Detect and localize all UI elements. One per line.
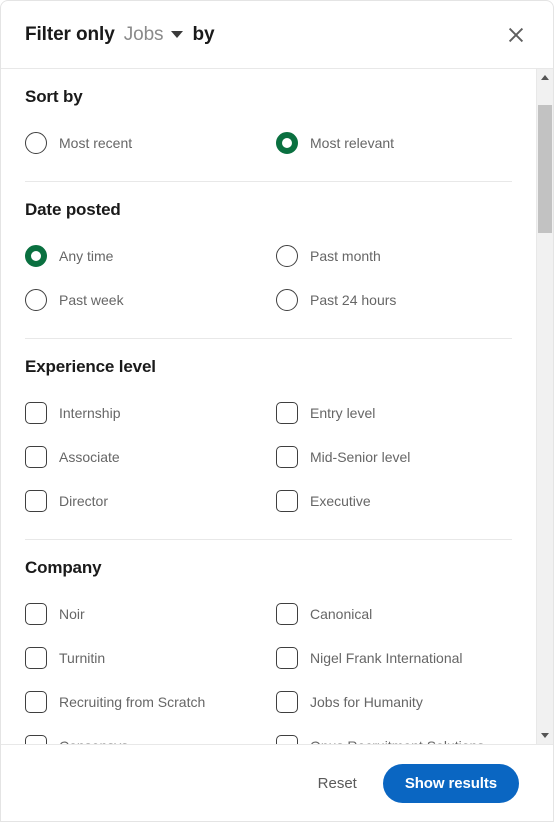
checkbox-option[interactable]: Jobs for Humanity: [276, 680, 512, 724]
scroll-up-icon[interactable]: [537, 69, 553, 86]
scope-dropdown-label: Jobs: [123, 23, 164, 45]
checkbox-icon[interactable]: [276, 647, 298, 669]
checkbox-icon[interactable]: [276, 603, 298, 625]
scope-dropdown[interactable]: Jobs: [124, 24, 184, 46]
option-label: Past 24 hours: [310, 292, 397, 308]
option-label: Internship: [59, 405, 121, 421]
filter-section-inner: Company Noir Canonical Turnitin Nigel Frank …: [25, 540, 512, 744]
filter-section-inner: Date posted Any time Past month Past week Pa…: [25, 182, 512, 339]
radio-option[interactable]: Past month: [276, 234, 512, 278]
filter-sections: Sort by Most recent Most relevant Date post…: [1, 69, 536, 744]
option-label: Entry level: [310, 405, 376, 421]
radio-icon[interactable]: [25, 289, 47, 311]
checkbox-option[interactable]: Recruiting from Scratch: [25, 680, 276, 724]
option-label: Opus Recruitment Solutions: [310, 739, 484, 744]
option-label: Noir: [59, 606, 85, 622]
option-label: Consensys: [59, 739, 128, 744]
option-label: Nigel Frank International: [310, 650, 463, 666]
option-label: Recruiting from Scratch: [59, 694, 206, 710]
option-label: Executive: [310, 493, 371, 509]
checkbox-icon[interactable]: [276, 446, 298, 468]
option-grid: Internship Entry level Associate Mid-Senior…: [25, 391, 512, 523]
show-results-button[interactable]: Show results: [382, 763, 519, 803]
option-label: Most recent: [59, 135, 133, 151]
radio-icon[interactable]: [276, 245, 298, 267]
checkbox-icon[interactable]: [276, 402, 298, 424]
option-label: Canonical: [310, 606, 373, 622]
checkbox-option[interactable]: Canonical: [276, 592, 512, 636]
checkbox-option[interactable]: Director: [25, 479, 276, 523]
option-label: Mid-Senior level: [310, 449, 411, 465]
option-grid: Most recent Most relevant: [25, 121, 512, 165]
checkbox-option[interactable]: Opus Recruitment Solutions: [276, 724, 512, 744]
vertical-scrollbar[interactable]: [536, 69, 553, 744]
option-label: Jobs for Humanity: [310, 694, 423, 710]
checkbox-icon[interactable]: [25, 402, 47, 424]
checkbox-option[interactable]: Noir: [25, 592, 276, 636]
filter-section-inner: Experience level Internship Entry level Ass…: [25, 339, 512, 540]
radio-icon-selected[interactable]: [25, 245, 47, 267]
dialog-title: Filter only Jobs by: [25, 23, 215, 46]
checkbox-icon[interactable]: [276, 735, 298, 744]
checkbox-option[interactable]: Nigel Frank International: [276, 636, 512, 680]
checkbox-option[interactable]: Entry level: [276, 391, 512, 435]
checkbox-icon[interactable]: [25, 446, 47, 468]
option-label: Any time: [59, 248, 114, 264]
section-title: Date posted: [25, 200, 121, 219]
checkbox-icon[interactable]: [25, 735, 47, 744]
option-label: Turnitin: [59, 650, 106, 666]
checkbox-icon[interactable]: [25, 490, 47, 512]
section-title: Sort by: [25, 87, 83, 106]
checkbox-option[interactable]: Associate: [25, 435, 276, 479]
radio-icon-selected[interactable]: [276, 132, 298, 154]
filter-section: Company Noir Canonical Turnitin Nigel Frank …: [1, 540, 536, 744]
radio-option[interactable]: Most relevant: [276, 121, 512, 165]
radio-option[interactable]: Past week: [25, 278, 276, 322]
option-grid: Any time Past month Past week Past 24 hours: [25, 234, 512, 322]
scroll-down-icon[interactable]: [537, 727, 553, 744]
checkbox-option[interactable]: Internship: [25, 391, 276, 435]
filter-dialog: Filter only Jobs by Sort by Most recent Mo…: [0, 0, 554, 822]
reset-button[interactable]: Reset: [314, 769, 361, 798]
scrollbar-thumb[interactable]: [538, 105, 552, 233]
section-title: Company: [25, 558, 102, 577]
close-icon: [507, 26, 525, 44]
checkbox-icon[interactable]: [25, 647, 47, 669]
checkbox-icon[interactable]: [25, 603, 47, 625]
radio-icon[interactable]: [276, 289, 298, 311]
dialog-footer: Reset Show results: [1, 744, 553, 821]
option-label: Most relevant: [310, 135, 395, 151]
radio-option[interactable]: Most recent: [25, 121, 276, 165]
radio-option[interactable]: Past 24 hours: [276, 278, 512, 322]
filter-section-inner: Sort by Most recent Most relevant: [25, 69, 512, 182]
checkbox-icon[interactable]: [276, 691, 298, 713]
chevron-down-icon: [171, 31, 184, 38]
radio-icon[interactable]: [25, 132, 47, 154]
filter-section: Sort by Most recent Most relevant: [1, 69, 536, 182]
close-button[interactable]: [499, 18, 533, 52]
radio-option[interactable]: Any time: [25, 234, 276, 278]
checkbox-icon[interactable]: [276, 490, 298, 512]
dialog-header: Filter only Jobs by: [1, 1, 553, 69]
checkbox-option[interactable]: Executive: [276, 479, 512, 523]
dialog-body: Sort by Most recent Most relevant Date post…: [1, 69, 553, 744]
option-label: Director: [59, 493, 109, 509]
checkbox-icon[interactable]: [25, 691, 47, 713]
option-label: Past month: [310, 248, 381, 264]
option-grid: Noir Canonical Turnitin Nigel Frank Interna…: [25, 592, 512, 744]
checkbox-option[interactable]: Mid-Senior level: [276, 435, 512, 479]
dialog-title-trail: by: [192, 23, 215, 45]
section-title: Experience level: [25, 357, 156, 376]
option-label: Past week: [59, 292, 124, 308]
option-label: Associate: [59, 449, 120, 465]
checkbox-option[interactable]: Consensys: [25, 724, 276, 744]
filter-section: Experience level Internship Entry level Ass…: [1, 339, 536, 540]
checkbox-option[interactable]: Turnitin: [25, 636, 276, 680]
dialog-title-lead: Filter only: [25, 23, 115, 45]
filter-section: Date posted Any time Past month Past week Pa…: [1, 182, 536, 339]
